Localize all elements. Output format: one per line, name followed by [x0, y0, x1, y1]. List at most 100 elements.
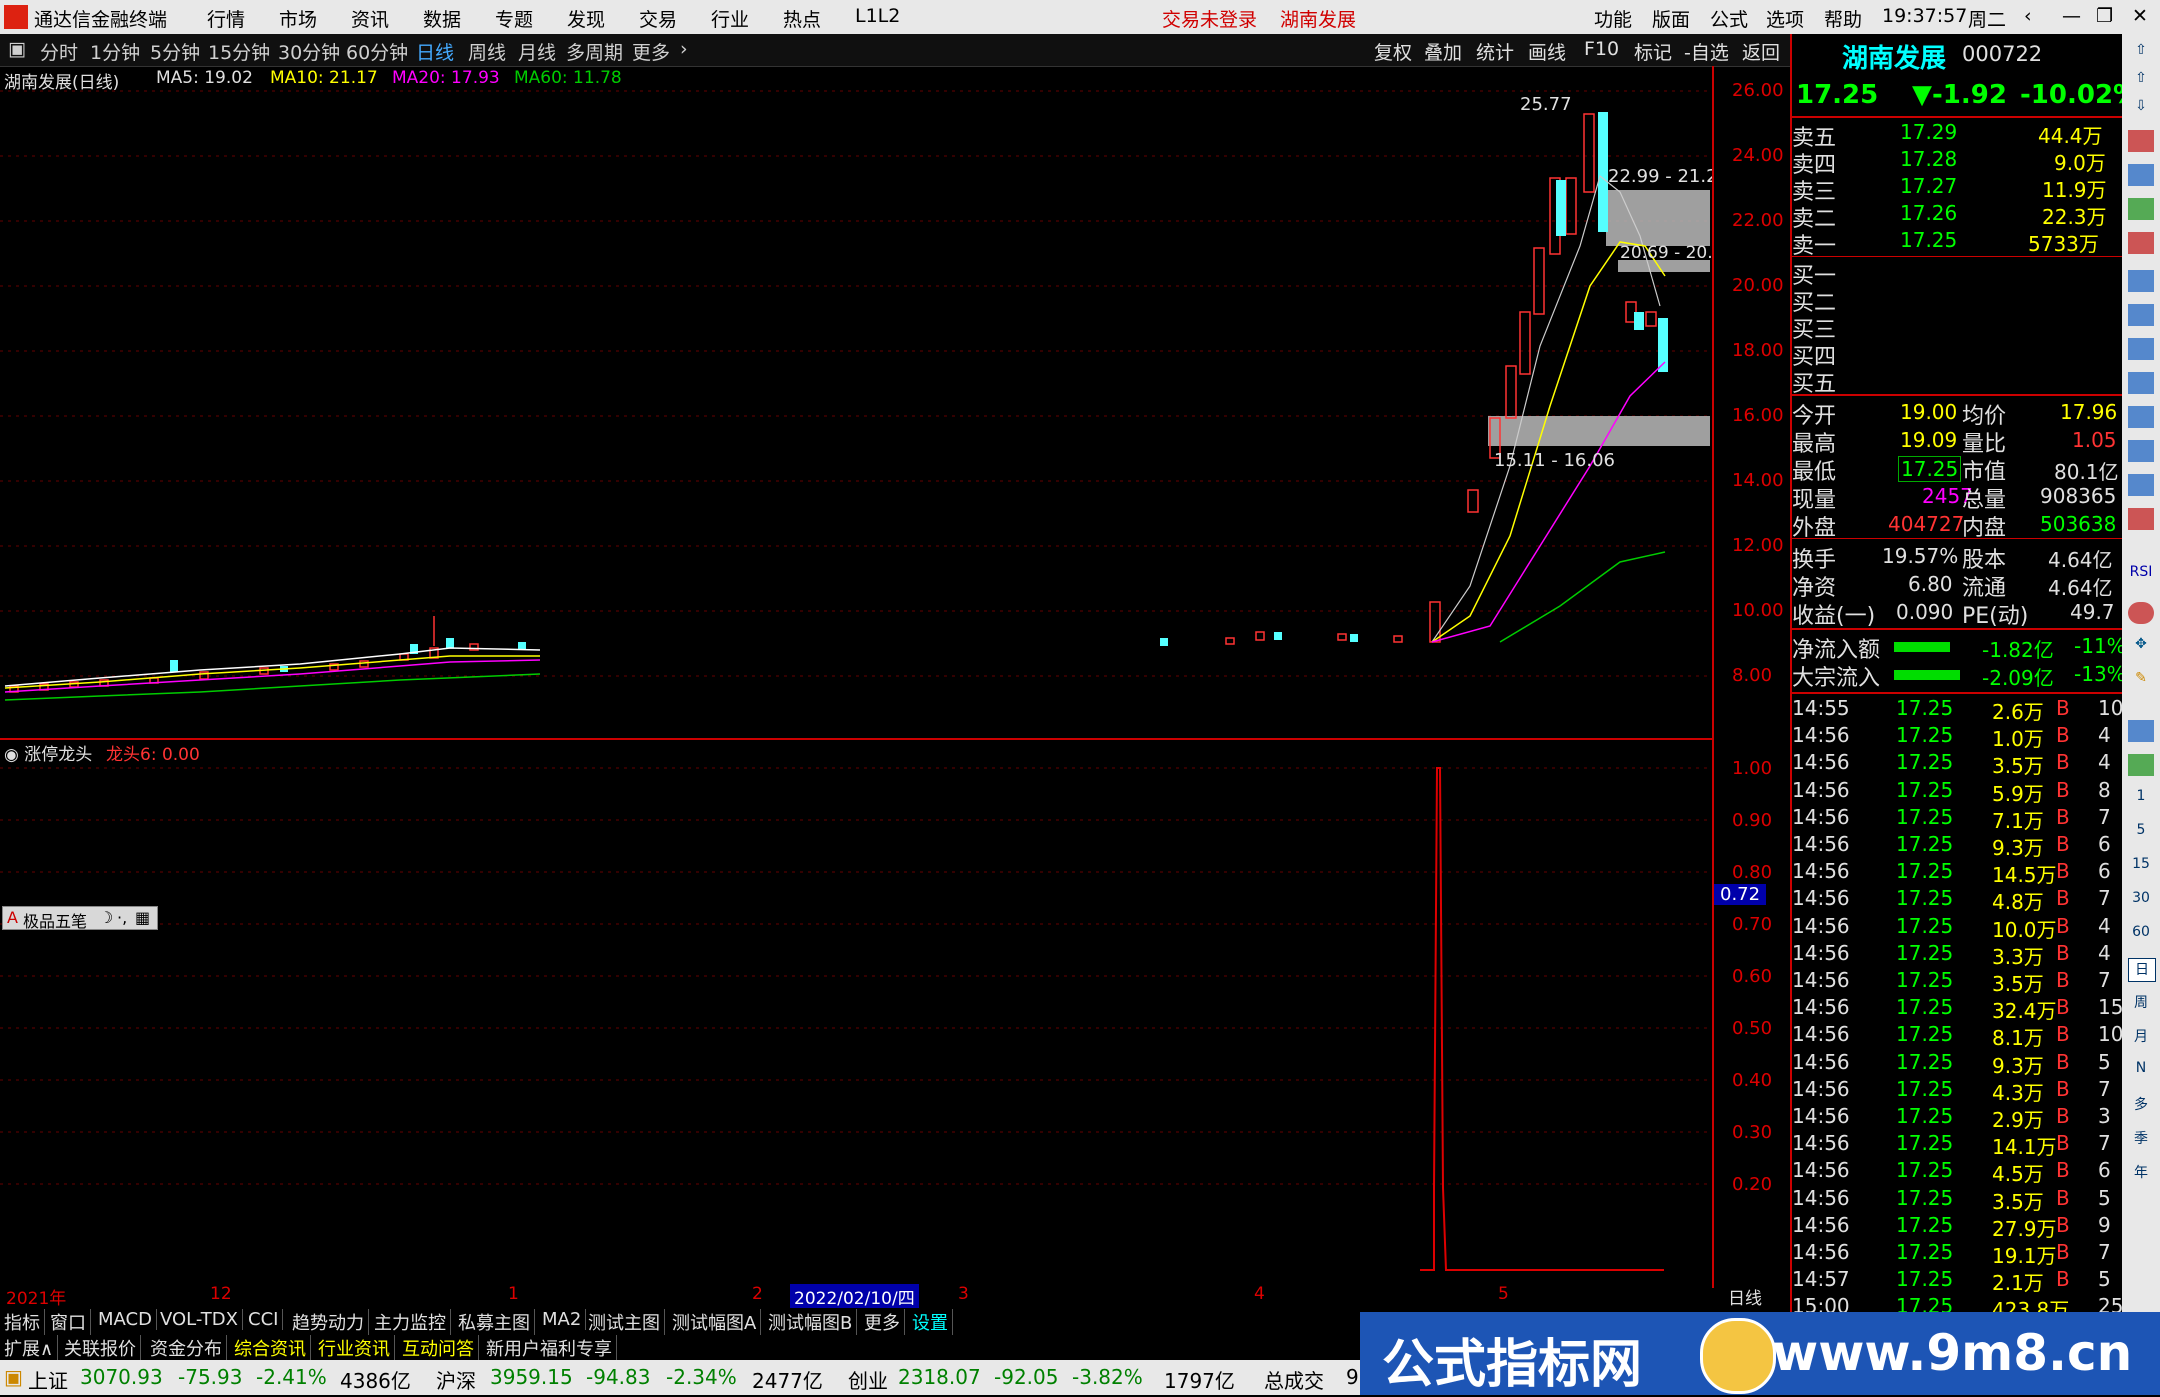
tool-diejia[interactable]: 叠加 — [1424, 38, 1462, 65]
period-weekly[interactable]: 周线 — [468, 38, 506, 65]
tab-ceshi-zhutu[interactable]: 测试主图 — [584, 1309, 665, 1335]
f2-icon[interactable] — [2128, 406, 2154, 428]
tab-simu[interactable]: 私募主图 — [454, 1309, 535, 1335]
period-daily[interactable]: 日线 — [416, 38, 454, 65]
move-icon[interactable]: ✥ — [2128, 636, 2154, 658]
ime-a-icon[interactable]: A — [7, 908, 18, 927]
tab-ma2[interactable]: MA2 — [538, 1309, 587, 1330]
ime-label[interactable]: 极品五笔 — [23, 908, 87, 932]
tab-qushi[interactable]: 趋势动力 — [288, 1309, 369, 1335]
arrow-up-icon[interactable]: ⇧ — [2128, 70, 2154, 92]
index-name[interactable]: 沪深 — [436, 1365, 476, 1394]
tab-zonghe[interactable]: 综合资讯 — [230, 1335, 311, 1361]
period-multi[interactable]: 多周期 — [566, 38, 623, 65]
minimize-icon[interactable]: — — [2062, 5, 2081, 27]
tab-more[interactable]: 更多 — [860, 1309, 905, 1335]
period-day-button[interactable]: 日 — [2128, 958, 2156, 982]
kline-chart[interactable]: 25.77 22.99 - 21.27 20.69 - 20. 15.11 - … — [0, 66, 1729, 738]
fin-icon[interactable] — [2128, 304, 2154, 326]
line-icon[interactable] — [2128, 198, 2154, 220]
restore-icon[interactable]: ❐ — [2096, 5, 2113, 27]
tab-settings[interactable]: 设置 — [908, 1309, 953, 1335]
tool-tongji[interactable]: 统计 — [1476, 38, 1514, 65]
tab-cci[interactable]: CCI — [244, 1309, 284, 1330]
pen-icon[interactable]: ✎ — [2128, 670, 2154, 692]
close-icon[interactable]: ✕ — [2132, 5, 2148, 27]
more-chevron-icon[interactable]: › — [680, 38, 688, 60]
ime-moon-icon[interactable]: ☽ — [99, 908, 113, 927]
period-monthly[interactable]: 月线 — [518, 38, 556, 65]
indicator-svg[interactable] — [0, 738, 1712, 1288]
f6-icon[interactable] — [2128, 440, 2154, 462]
bar-icon[interactable] — [2128, 232, 2154, 254]
vol-icon[interactable] — [2128, 508, 2154, 530]
tool-zixuan[interactable]: -自选 — [1684, 38, 1729, 65]
menu-gongshi[interactable]: 公式 — [1710, 5, 1748, 32]
status-icon[interactable]: ▣ — [4, 1365, 23, 1389]
f5-icon[interactable] — [2128, 720, 2154, 742]
period-15min[interactable]: 15分钟 — [208, 38, 270, 65]
tab-ceshi-a[interactable]: 测试幅图A — [668, 1309, 762, 1335]
menu-banmian[interactable]: 版面 — [1652, 5, 1690, 32]
chart-icon[interactable] — [2128, 130, 2154, 152]
tab-vol-tdx[interactable]: VOL-TDX — [156, 1309, 243, 1330]
tool-huaxian[interactable]: 画线 — [1528, 38, 1566, 65]
period-quarter-button[interactable]: 季 — [2128, 1128, 2154, 1150]
period-month-button[interactable]: 月 — [2128, 1026, 2154, 1048]
indicator-chart[interactable]: ◉ 涨停龙头 龙头6: 0.00 — [0, 738, 1712, 1288]
refresh-icon[interactable] — [2128, 754, 2154, 776]
arrow-down-icon[interactable]: ⇩ — [2128, 98, 2154, 120]
menu-shuju[interactable]: 数据 — [423, 5, 461, 32]
menu-hangye[interactable]: 行业 — [711, 5, 749, 32]
ime-keyboard-icon[interactable]: ▦ — [135, 908, 150, 927]
period-60-button[interactable]: 60 — [2128, 924, 2154, 946]
menu-faxian[interactable]: 发现 — [567, 5, 605, 32]
menu-zixun[interactable]: 资讯 — [351, 5, 389, 32]
period-week-button[interactable]: 周 — [2128, 992, 2154, 1014]
index-name[interactable]: 上证 — [28, 1365, 68, 1394]
tab-zhuli[interactable]: 主力监控 — [370, 1309, 451, 1335]
tab-chuangkou[interactable]: 窗口 — [46, 1309, 91, 1335]
list-icon[interactable] — [2128, 270, 2154, 292]
eye-icon[interactable] — [2128, 474, 2154, 496]
menu-zhuanti[interactable]: 专题 — [495, 5, 533, 32]
period-more[interactable]: 更多 — [632, 38, 670, 65]
tab-hangye-zixun[interactable]: 行业资讯 — [314, 1335, 395, 1361]
period-1-button[interactable]: 1 — [2128, 788, 2154, 810]
menu-shichang[interactable]: 市场 — [279, 5, 317, 32]
period-30-button[interactable]: 30 — [2128, 890, 2154, 912]
tool-f10[interactable]: F10 — [1584, 38, 1619, 60]
period-30min[interactable]: 30分钟 — [278, 38, 340, 65]
tab-ceshi-b[interactable]: 测试幅图B — [764, 1309, 858, 1335]
period-60min[interactable]: 60分钟 — [346, 38, 408, 65]
doc-icon[interactable] — [2128, 338, 2154, 360]
menu-jiaoyi[interactable]: 交易 — [639, 5, 677, 32]
period-year-button[interactable]: 年 — [2128, 1162, 2154, 1184]
tool-fanhui[interactable]: 返回 — [1742, 38, 1780, 65]
arrow-up-icon[interactable]: ⇧ — [2128, 42, 2154, 64]
back-icon[interactable]: ‹ — [2024, 5, 2032, 27]
tab-zhibiao[interactable]: 指标 — [0, 1309, 45, 1335]
index-name[interactable]: 创业 — [848, 1365, 888, 1394]
f10-icon[interactable] — [2128, 372, 2154, 394]
menu-redian[interactable]: 热点 — [783, 5, 821, 32]
tab-guanlian[interactable]: 关联报价 — [60, 1335, 141, 1361]
money-icon[interactable] — [2128, 602, 2154, 624]
menu-bangzhu[interactable]: 帮助 — [1824, 5, 1862, 32]
period-multi-button[interactable]: 多 — [2128, 1094, 2154, 1116]
tab-hudong[interactable]: 互动问答 — [398, 1335, 479, 1361]
menu-gongneng[interactable]: 功能 — [1594, 5, 1632, 32]
period-n-button[interactable]: N — [2128, 1060, 2154, 1082]
trade-login-status[interactable]: 交易未登录 — [1162, 5, 1257, 32]
tab-macd[interactable]: MACD — [94, 1309, 157, 1330]
menu-l1l2[interactable]: L1L2 — [855, 5, 900, 27]
period-5-button[interactable]: 5 — [2128, 822, 2154, 844]
tool-biaoji[interactable]: 标记 — [1634, 38, 1672, 65]
period-fenshi[interactable]: 分时 — [40, 38, 78, 65]
kline-svg[interactable]: 25.77 22.99 - 21.27 20.69 - 20. 15.11 - … — [0, 66, 1729, 738]
ime-punct-icon[interactable]: ·, — [117, 908, 127, 927]
menu-hangqing[interactable]: 行情 — [207, 5, 245, 32]
menu-xuanxiang[interactable]: 选项 — [1766, 5, 1804, 32]
period-15-button[interactable]: 15 — [2128, 856, 2154, 878]
period-5min[interactable]: 5分钟 — [150, 38, 200, 65]
